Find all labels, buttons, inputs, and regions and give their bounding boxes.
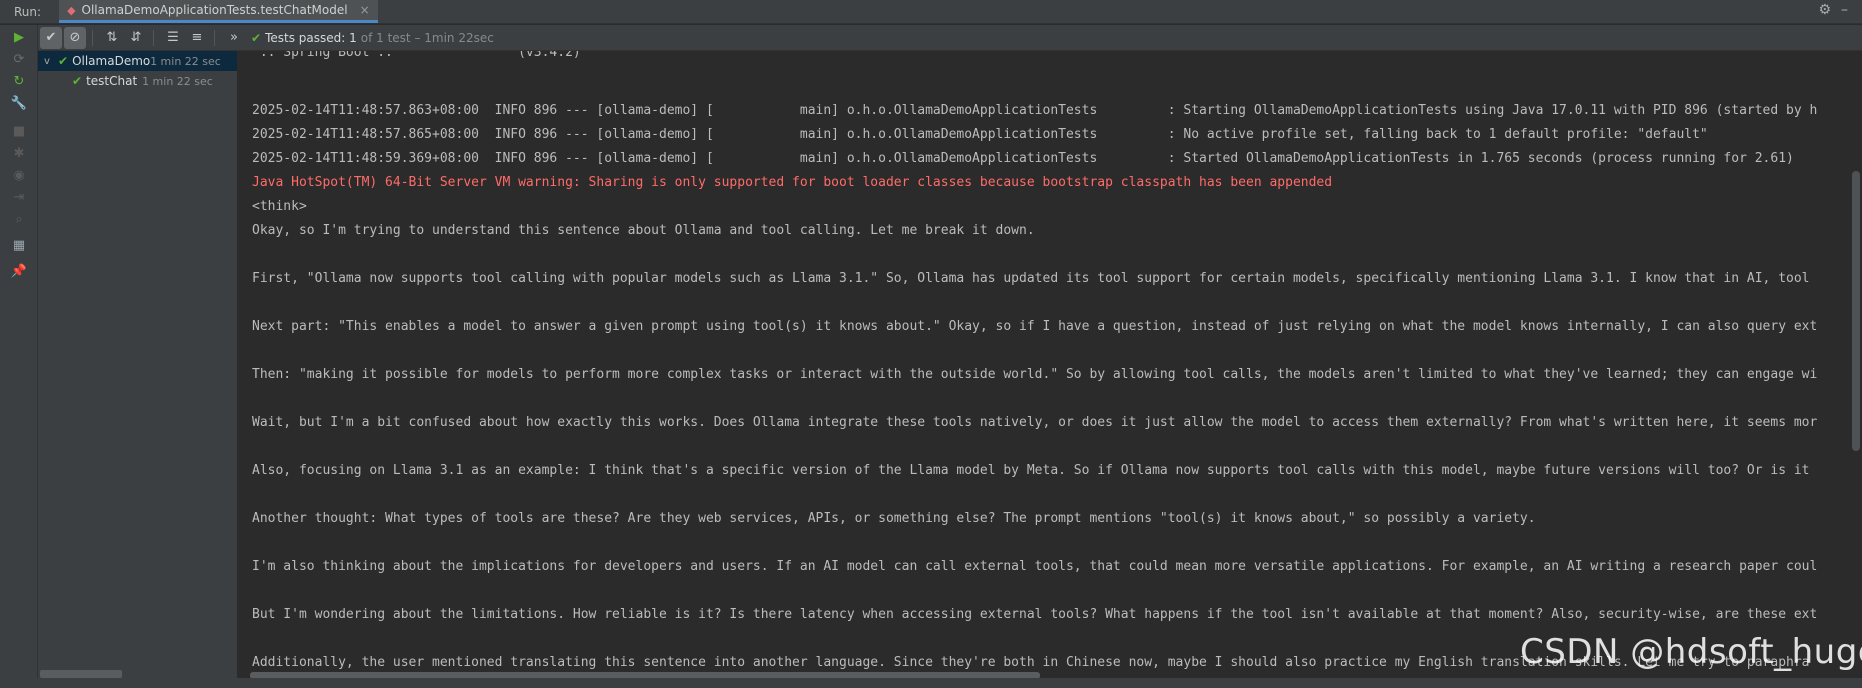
tree-item-test[interactable]: ✔ testChat 1 min 22 sec bbox=[38, 71, 237, 91]
tree-item-time: 1 min 22 sec bbox=[150, 54, 221, 68]
passed-icon: ✔ bbox=[58, 54, 69, 68]
sort-alpha-icon[interactable]: ⇅ bbox=[101, 27, 123, 49]
test-config-icon: ◆ bbox=[67, 3, 76, 17]
stop-icon[interactable]: ■ bbox=[9, 121, 29, 141]
expand-all-icon[interactable]: ☰ bbox=[162, 27, 184, 49]
console-line: First, "Ollama now supports tool calling… bbox=[252, 271, 1810, 286]
tree-item-time: 1 min 22 sec bbox=[142, 74, 213, 88]
left-action-strip: ▶ ⟳ ↻ 🔧 ■ ✱ ◉ ⇥ ⌕ ▦ 📌 bbox=[0, 25, 38, 688]
console-line: Wait, but I'm a bit confused about how e… bbox=[252, 415, 1818, 430]
pin-icon[interactable]: 📌 bbox=[9, 261, 29, 281]
rerun-failed-icon[interactable]: ↻ bbox=[9, 71, 29, 91]
check-icon: ✔ bbox=[251, 30, 262, 45]
run-label: Run: bbox=[14, 4, 42, 19]
toolbar-separator bbox=[92, 29, 93, 46]
show-passed-icon[interactable]: ✔ bbox=[40, 26, 62, 49]
scroll-thumb[interactable] bbox=[1852, 171, 1860, 451]
console-line: 2025-02-14T11:48:57.865+08:00 INFO 896 -… bbox=[252, 127, 1708, 142]
tree-item-name: testChat bbox=[86, 74, 138, 88]
tree-scrollbar[interactable] bbox=[40, 670, 122, 678]
bottom-bar bbox=[0, 678, 1862, 688]
toolbar-separator bbox=[153, 29, 154, 46]
watermark: CSDN @hdsoft_huge bbox=[1520, 632, 1862, 672]
toolbar-separator bbox=[214, 29, 215, 46]
layout-icon[interactable]: ▦ bbox=[9, 235, 29, 255]
show-ignored-icon[interactable]: ⊘ bbox=[64, 26, 86, 49]
more-icon[interactable]: » bbox=[223, 27, 245, 49]
console-line: Okay, so I'm trying to understand this s… bbox=[252, 223, 1035, 238]
tab-title: OllamaDemoApplicationTests.testChatModel bbox=[81, 3, 348, 17]
hide-icon[interactable]: – bbox=[1841, 2, 1848, 18]
console-line: Next part: "This enables a model to answ… bbox=[252, 319, 1818, 334]
console-vertical-scrollbar[interactable] bbox=[1850, 51, 1862, 678]
run-tool-window-header: Run: ◆ OllamaDemoApplicationTests.testCh… bbox=[0, 0, 1862, 24]
console-line: :: Spring Boot :: (v3.4.2) bbox=[252, 51, 581, 60]
passed-icon: ✔ bbox=[72, 74, 83, 88]
console-line: I'm also thinking about the implications… bbox=[252, 559, 1818, 574]
tab-test-run[interactable]: ◆ OllamaDemoApplicationTests.testChatMod… bbox=[59, 0, 378, 23]
search-icon[interactable]: ⌕ bbox=[9, 209, 29, 229]
console-line: Another thought: What types of tools are… bbox=[252, 511, 1536, 526]
test-status: ✔ Tests passed: 1 of 1 test – 1min 22sec bbox=[251, 31, 494, 45]
test-toolbar: ✔ ⊘ ⇅ ⇵ ☰ ≡ » ✔ Tests passed: 1 of 1 tes… bbox=[38, 25, 1862, 51]
wrench-icon[interactable]: 🔧 bbox=[9, 93, 29, 113]
console-error-line: Java HotSpot(TM) 64-Bit Server VM warnin… bbox=[252, 175, 1333, 190]
console-line: <think> bbox=[252, 199, 307, 214]
console-line: Also, focusing on Llama 3.1 as an exampl… bbox=[252, 463, 1810, 478]
status-count: 1 bbox=[349, 30, 357, 45]
test-tree: v ✔ OllamaDemoA 1 min 22 sec ✔ testChat … bbox=[38, 51, 238, 678]
console-line: 2025-02-14T11:48:57.863+08:00 INFO 896 -… bbox=[252, 103, 1818, 118]
camera-icon[interactable]: ◉ bbox=[9, 165, 29, 185]
rerun-icon[interactable]: ⟳ bbox=[9, 49, 29, 69]
console-line: Then: "making it possible for models to … bbox=[252, 367, 1818, 382]
chevron-down-icon[interactable]: v bbox=[44, 56, 58, 67]
login-icon[interactable]: ⇥ bbox=[9, 187, 29, 207]
tree-item-name: OllamaDemoA bbox=[72, 54, 151, 68]
console-line: But I'm wondering about the limitations.… bbox=[252, 607, 1818, 622]
sort-duration-icon[interactable]: ⇵ bbox=[125, 27, 147, 49]
console-line: 2025-02-14T11:48:59.369+08:00 INFO 896 -… bbox=[252, 151, 1794, 166]
console-output[interactable]: :: Spring Boot :: (v3.4.2)2025-02-14T11:… bbox=[238, 51, 1850, 678]
debug-icon[interactable]: ✱ bbox=[9, 143, 29, 163]
collapse-all-icon[interactable]: ≡ bbox=[186, 27, 208, 49]
settings-icon[interactable]: ⚙ bbox=[1818, 2, 1831, 18]
tree-item-suite[interactable]: v ✔ OllamaDemoA 1 min 22 sec bbox=[38, 51, 237, 71]
close-tab-icon[interactable]: × bbox=[360, 3, 370, 17]
run-icon[interactable]: ▶ bbox=[9, 27, 29, 47]
status-rest: of 1 test – 1min 22sec bbox=[360, 30, 494, 45]
status-prefix: Tests passed: bbox=[265, 30, 346, 45]
